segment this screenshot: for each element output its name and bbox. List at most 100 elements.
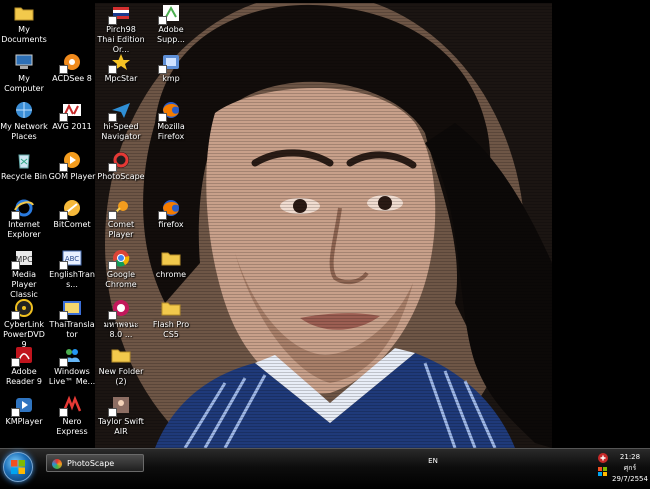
desktop-icon[interactable]: firefox [147, 198, 195, 230]
desktop-icon-label: My Documents [1, 25, 47, 44]
acdsee-icon [59, 52, 83, 74]
clock-date: 29/7/2554 [612, 475, 648, 483]
desktop-icon-label: มหาพจนะ 8.0 ... [103, 320, 139, 339]
desktop-icon[interactable]: Recycle Bin [0, 150, 48, 182]
desktop-icon[interactable]: PhotoScape [97, 150, 145, 182]
desktop-icon[interactable]: Nero Express [48, 395, 96, 437]
desktop-icon[interactable]: ACDSee 8 [48, 52, 96, 84]
desktop-icon[interactable]: GOM Player [48, 150, 96, 182]
photoscape-icon [52, 459, 62, 469]
desktop-icon-label: Media Player Classic [10, 270, 38, 299]
desktop-icon-label: New Folder (2) [98, 367, 144, 386]
desktop-icon-label: Taylor Swift AIR [98, 417, 144, 436]
clock[interactable]: 21:28 ศุกร์ 29/7/2554 [612, 452, 648, 485]
network-icon [13, 100, 35, 120]
desktop-icon-label: GOM Player [48, 172, 96, 181]
desktop-icon[interactable]: Taylor Swift AIR [97, 395, 145, 437]
internet-explorer-icon [11, 198, 35, 220]
desktop-icon[interactable]: KMPlayer [0, 395, 48, 427]
svg-text:ABC: ABC [65, 255, 79, 263]
desktop-icon-label: firefox [158, 220, 184, 229]
messenger-icon [59, 345, 83, 367]
desktop-icon-label: EnglishTrans... [49, 270, 95, 289]
desktop-icon[interactable]: Google Chrome [97, 248, 145, 290]
network-tray-icon[interactable] [598, 467, 607, 476]
desktop-icon[interactable]: Flash Pro CS5 [147, 298, 195, 340]
desktop: My Documents My Computer My Network Places… [0, 0, 650, 448]
desktop-icon-label: Windows Live™ Me... [48, 367, 96, 386]
desktop-icon[interactable]: Pirch98 Thai Edition Or... [97, 3, 145, 55]
desktop-icon[interactable]: ThaiTranslator [48, 298, 96, 340]
desktop-icon-label: Google Chrome [105, 270, 137, 289]
gom-player-icon [59, 150, 83, 172]
desktop-icon[interactable]: chrome [147, 248, 195, 280]
desktop-icon-label: Adobe Supp... [157, 25, 185, 44]
desktop-icon[interactable]: Adobe Reader 9 [0, 345, 48, 387]
firefox-icon [158, 100, 182, 122]
desktop-icon[interactable]: Adobe Supp... [147, 3, 195, 45]
desktop-icon[interactable]: hi-Speed Navigator [97, 100, 145, 142]
language-indicator[interactable]: EN [424, 454, 442, 468]
desktop-icon-label: My Network Places [0, 122, 48, 141]
folder-icon [160, 248, 182, 268]
svg-text:MPC: MPC [15, 255, 33, 264]
taskbar: PhotoScape EN 21:28 ศุกร์ 29/7/2554 [0, 448, 650, 489]
desktop-icon[interactable]: ABC EnglishTrans... [48, 248, 96, 290]
desktop-icon[interactable]: CyberLink PowerDVD 9 [0, 298, 48, 350]
desktop-icon[interactable]: My Documents [0, 3, 48, 45]
desktop-icon[interactable]: มหาพจนะ 8.0 ... [97, 298, 145, 340]
avg-icon [59, 100, 83, 122]
adobe-reader-icon [11, 345, 35, 367]
desktop-icon[interactable]: My Network Places [0, 100, 48, 142]
firefox-icon [158, 198, 182, 220]
windows-logo-icon [11, 460, 25, 474]
recycle-bin-icon [13, 150, 35, 170]
desktop-icon[interactable]: Mozilla Firefox [147, 100, 195, 142]
desktop-icon-label: ACDSee 8 [52, 74, 92, 83]
mpcstar-icon [108, 52, 132, 74]
nero-icon [59, 395, 83, 417]
desktop-icon[interactable]: BitComet [48, 198, 96, 230]
desktop-icon-label: Recycle Bin [0, 172, 48, 181]
desktop-icon-label: kmp [162, 74, 180, 83]
desktop-icon[interactable]: Internet Explorer [0, 198, 48, 240]
folder-icon [160, 298, 182, 318]
comet-player-icon [108, 198, 132, 220]
desktop-icon[interactable]: MpcStar [97, 52, 145, 84]
translator-icon [59, 298, 83, 320]
folder-icon [13, 3, 35, 23]
dictionary-icon: ABC [59, 248, 83, 270]
taskbar-button-label: PhotoScape [67, 459, 115, 468]
desktop-icon-label: Mozilla Firefox [157, 122, 185, 141]
desktop-icon-label: chrome [155, 270, 187, 279]
desktop-icon[interactable]: Windows Live™ Me... [48, 345, 96, 387]
desktop-icon[interactable]: My Computer [0, 52, 48, 94]
start-button[interactable] [3, 452, 33, 482]
desktop-icon[interactable]: kmp [147, 52, 195, 84]
system-tray [596, 452, 610, 482]
thai-dictionary-icon [108, 298, 132, 320]
desktop-icon-label: Pirch98 Thai Edition Or... [97, 25, 145, 54]
desktop-icon[interactable]: New Folder (2) [97, 345, 145, 387]
desktop-icon-label: BitComet [53, 220, 91, 229]
clock-time: 21:28 [619, 453, 641, 461]
desktop-icon[interactable]: AVG 2011 [48, 100, 96, 132]
taskbar-button-photoscape[interactable]: PhotoScape [46, 454, 144, 472]
desktop-icon-label: KMPlayer [5, 417, 43, 426]
flag-icon [108, 3, 132, 25]
media-player-icon: MPC [11, 248, 35, 270]
desktop-icon-label: MpcStar [104, 74, 138, 83]
desktop-icon-label: ThaiTranslator [49, 320, 95, 339]
security-shield-icon[interactable] [598, 453, 608, 463]
desktop-icon-label: PhotoScape [97, 172, 145, 181]
folder-icon [110, 345, 132, 365]
desktop-icon[interactable]: Comet Player [97, 198, 145, 240]
desktop-icon-label: Internet Explorer [7, 220, 41, 239]
desktop-icon-label: AVG 2011 [52, 122, 92, 131]
desktop-icon-label: hi-Speed Navigator [101, 122, 141, 141]
clock-day: ศุกร์ [623, 464, 637, 472]
desktop-icon[interactable]: MPC Media Player Classic [0, 248, 48, 300]
navigator-icon [108, 100, 132, 122]
bitcomet-icon [59, 198, 83, 220]
photoscape-icon [108, 150, 132, 172]
